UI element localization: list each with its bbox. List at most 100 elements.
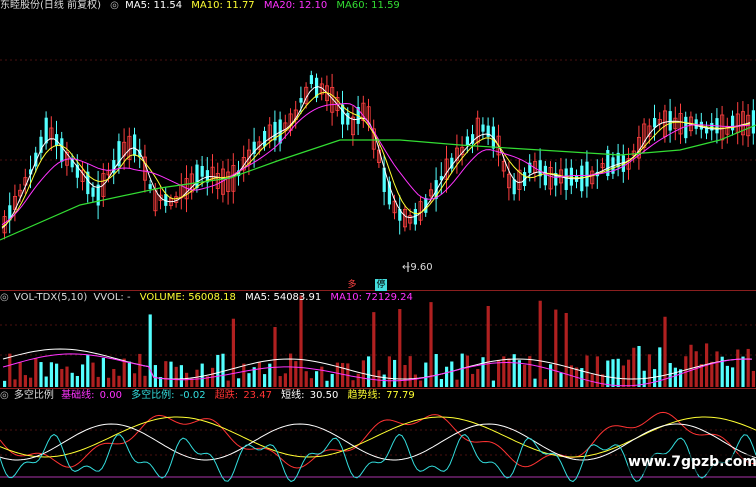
volume-bar <box>351 380 355 387</box>
volume-bar <box>460 353 464 387</box>
volume-bar <box>226 380 230 387</box>
volume-bar <box>377 370 381 387</box>
volume-bar <box>663 316 667 387</box>
volume-bar <box>122 358 126 387</box>
candle-down <box>538 160 542 177</box>
volume-bar <box>549 364 553 387</box>
volume-bar <box>491 380 495 387</box>
chart-canvas[interactable] <box>0 0 756 487</box>
volume-bar <box>60 368 64 387</box>
candle-down <box>299 98 303 103</box>
volume-bar <box>632 347 636 387</box>
vvol-label: VVOL: - <box>93 292 131 303</box>
candle-down <box>731 115 735 131</box>
volume-bar <box>164 361 168 387</box>
settings-icon[interactable]: ◎ <box>0 390 9 401</box>
volume-bar <box>257 362 261 387</box>
base-line-value: 0.00 <box>99 390 122 401</box>
stock-title: 东睦股份(日线 前复权) <box>0 0 101 11</box>
volume-bar <box>44 376 48 387</box>
volume-bar <box>590 374 594 387</box>
volume-bar <box>585 355 589 387</box>
volume-bar <box>736 349 740 387</box>
ma5-label: MA5: 11.54 <box>125 0 183 11</box>
volume-bar <box>112 368 116 387</box>
volume-bar <box>55 363 59 387</box>
candle-down <box>668 111 672 131</box>
volume-bar <box>523 364 527 387</box>
volume-bar <box>18 362 22 387</box>
volume-bar <box>434 354 438 387</box>
volume-bar <box>221 353 225 387</box>
candle-down <box>200 165 204 177</box>
volume-bar <box>445 366 449 387</box>
volume-bar <box>294 361 298 387</box>
volume-bar <box>543 379 547 387</box>
candle-down <box>751 110 755 134</box>
candle-down <box>148 184 152 189</box>
volume-bar <box>439 379 443 387</box>
volume-bar <box>413 374 417 387</box>
volume-bar <box>689 344 693 387</box>
candle-down <box>481 124 485 132</box>
volume-bar <box>304 371 308 387</box>
volume-bar <box>611 359 615 387</box>
low-price-annotation: ←9.60 <box>402 262 442 274</box>
volume-bar <box>169 361 173 387</box>
volume-bar <box>497 359 501 387</box>
volume-bar <box>455 379 459 387</box>
volume-bar <box>107 377 111 387</box>
volume-bar <box>710 361 714 387</box>
volume-bar <box>486 305 490 387</box>
volume-bar <box>528 356 532 387</box>
oversold-label: 超跌: <box>214 390 239 401</box>
candle-down <box>91 187 95 197</box>
candle-down <box>653 117 657 128</box>
candle-down <box>543 165 547 186</box>
settings-icon[interactable]: ◎ <box>0 292 9 303</box>
signal-flag-a: 多 <box>347 280 357 290</box>
volume-bar <box>502 356 506 387</box>
volume-bar <box>195 369 199 387</box>
ratio-label: 多空比例: <box>131 390 175 401</box>
volume-ma10-label: MA10: 72129.24 <box>330 292 413 303</box>
ma20-label: MA20: 12.10 <box>263 0 328 11</box>
volume-bar <box>606 360 610 387</box>
volume-bar <box>8 353 12 387</box>
volume-bar <box>554 309 558 387</box>
oversold-value: 23.47 <box>243 390 272 401</box>
indicator-header: ◎ 多空比例 基础线: 0.00 多空比例: -0.02 超跌: 23.47 短… <box>0 390 421 402</box>
candle-down <box>346 112 350 125</box>
candle-down <box>263 130 267 147</box>
short-line-value: 30.50 <box>309 390 339 401</box>
candle-down <box>465 136 469 146</box>
volume-bar <box>200 363 204 387</box>
volume-bar <box>668 363 672 387</box>
base-line-label: 基础线: <box>61 390 95 401</box>
volume-bar <box>481 357 485 387</box>
volume-bar <box>299 295 303 387</box>
volume-bar <box>403 364 407 387</box>
volume-bar <box>627 359 631 387</box>
volume-bar <box>81 364 85 387</box>
volume-label: VOLUME: 56008.18 <box>139 292 236 303</box>
candle-down <box>133 134 137 156</box>
ma60-label: MA60: 11.59 <box>336 0 400 11</box>
volume-bar <box>393 359 397 387</box>
volume-bar <box>148 314 152 387</box>
volume-bar <box>143 375 147 387</box>
volume-bar <box>653 369 657 387</box>
ma10-label: MA10: 11.77 <box>191 0 255 11</box>
volume-bar <box>29 377 33 387</box>
candle-down <box>564 168 568 190</box>
volume-bar <box>637 345 641 387</box>
watermark: www.7gpzb.com <box>628 454 756 474</box>
settings-icon[interactable]: ◎ <box>110 0 119 11</box>
pane-divider-indicator <box>0 388 756 389</box>
candle-down <box>569 167 573 186</box>
candle-down <box>60 138 64 162</box>
volume-bar <box>387 356 391 387</box>
volume-bar <box>419 380 423 387</box>
volume-bar <box>65 366 69 387</box>
volume-bar <box>3 380 7 387</box>
